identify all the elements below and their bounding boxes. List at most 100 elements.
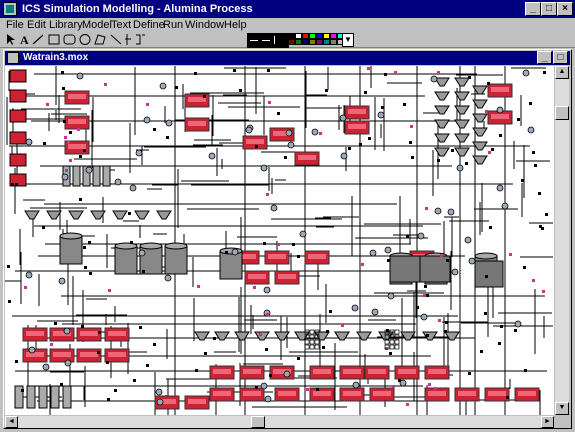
valve <box>297 255 300 258</box>
close-button[interactable]: × <box>557 2 573 16</box>
valve <box>203 95 206 98</box>
valve <box>521 179 524 182</box>
stream-marker <box>434 387 437 390</box>
scroll-down-button[interactable]: ▼ <box>555 402 569 415</box>
app-title: ICS Simulation Modelling - Alumina Proce… <box>22 3 253 15</box>
column <box>50 385 60 409</box>
valve <box>426 294 429 297</box>
palette-swatch[interactable] <box>330 39 337 45</box>
palette-swatch[interactable] <box>316 39 323 45</box>
color-palette[interactable] <box>288 32 344 46</box>
stream-marker <box>24 286 27 289</box>
stream-marker <box>428 383 431 386</box>
polygon-tool[interactable] <box>94 34 106 45</box>
stream-marker <box>65 169 68 172</box>
valve <box>69 131 72 134</box>
grid-block <box>389 339 395 345</box>
menu-window[interactable]: Window <box>185 18 224 32</box>
settler-tank <box>164 245 188 275</box>
menu-text[interactable]: Text <box>111 18 131 32</box>
valve <box>329 310 332 313</box>
valve <box>543 71 546 74</box>
column <box>62 385 72 409</box>
pump <box>496 106 504 114</box>
grid-block <box>304 344 310 350</box>
document-window: Watrain3.mox _ □ ▲ ▼ ◄ ► <box>3 49 572 429</box>
scroll-right-button[interactable]: ► <box>541 416 554 428</box>
document-icon[interactable] <box>7 52 19 64</box>
valve <box>54 322 57 325</box>
pump <box>85 166 93 174</box>
rounded-rectangle-tool[interactable] <box>63 34 76 45</box>
menu-library[interactable]: Library <box>49 18 83 32</box>
menu-model[interactable]: Model <box>82 18 112 32</box>
heat-exchanger-highlight <box>428 369 446 374</box>
heat-exchanger-highlight <box>246 139 264 144</box>
classifier <box>454 147 470 157</box>
horizontal-scroll-thumb[interactable] <box>251 416 265 428</box>
valve <box>409 141 412 144</box>
palette-swatch[interactable] <box>295 39 302 45</box>
app-icon[interactable] <box>3 2 17 16</box>
menu-file[interactable]: File <box>6 18 24 32</box>
classifier <box>46 210 62 220</box>
palette-swatch[interactable] <box>309 39 316 45</box>
bracket-tool[interactable] <box>136 34 145 45</box>
vertical-scrollbar[interactable]: ▲ ▼ <box>555 66 569 415</box>
valve <box>139 326 142 329</box>
vertical-scroll-thumb[interactable] <box>555 106 569 120</box>
valve <box>297 357 300 360</box>
process-flowsheet-canvas[interactable] <box>5 66 554 415</box>
heat-exchanger-highlight <box>80 331 98 336</box>
line-style-picker[interactable] <box>247 33 289 48</box>
palette-swatch[interactable] <box>323 39 330 45</box>
palette-swatch[interactable] <box>288 39 295 45</box>
heat-exchanger-highlight <box>213 391 231 396</box>
document-maximize-button[interactable]: □ <box>553 51 568 64</box>
heat-exchanger-highlight <box>518 391 536 396</box>
valve <box>416 306 419 309</box>
line-tool[interactable] <box>32 34 44 45</box>
diagonal-line-tool[interactable] <box>110 34 122 45</box>
stream-marker <box>64 136 67 139</box>
valve <box>398 379 401 382</box>
menu-help[interactable]: Help <box>224 18 247 32</box>
settler-tank <box>219 250 243 280</box>
vertical-line-tool[interactable] <box>125 34 131 45</box>
text-tool[interactable]: A <box>20 33 29 47</box>
valve <box>84 266 87 269</box>
heat-exchanger-highlight <box>188 399 206 404</box>
pump <box>263 286 271 294</box>
valve <box>106 361 109 364</box>
menu-run[interactable]: Run <box>163 18 183 32</box>
scroll-up-button[interactable]: ▲ <box>555 66 569 79</box>
settler-tank <box>59 235 83 265</box>
stream-marker <box>266 313 269 316</box>
horizontal-scrollbar[interactable]: ◄ ► <box>5 416 554 428</box>
valve <box>499 134 502 137</box>
stream-marker <box>361 263 364 266</box>
heat-exchanger-highlight <box>108 352 126 357</box>
palette-swatch[interactable] <box>302 39 309 45</box>
valve <box>514 329 517 332</box>
palette-dropdown-icon[interactable]: ▼ <box>342 33 354 47</box>
process-flowsheet <box>5 66 553 415</box>
stream-marker <box>532 279 535 282</box>
minimize-button[interactable]: _ <box>525 2 541 16</box>
column <box>26 385 36 409</box>
valve <box>60 383 63 386</box>
valve <box>79 198 82 201</box>
pump <box>351 304 359 312</box>
rectangle-tool[interactable] <box>48 34 60 45</box>
scroll-left-button[interactable]: ◄ <box>5 416 18 428</box>
document-minimize-button[interactable]: _ <box>537 51 552 64</box>
menu-edit[interactable]: Edit <box>27 18 46 32</box>
valve <box>263 242 266 245</box>
reactor <box>9 131 27 145</box>
menu-define[interactable]: Define <box>133 18 165 32</box>
pointer-tool[interactable] <box>7 34 15 45</box>
valve <box>98 331 101 334</box>
ellipse-tool[interactable] <box>79 34 91 45</box>
valve <box>500 325 503 328</box>
maximize-button[interactable]: □ <box>541 2 557 16</box>
